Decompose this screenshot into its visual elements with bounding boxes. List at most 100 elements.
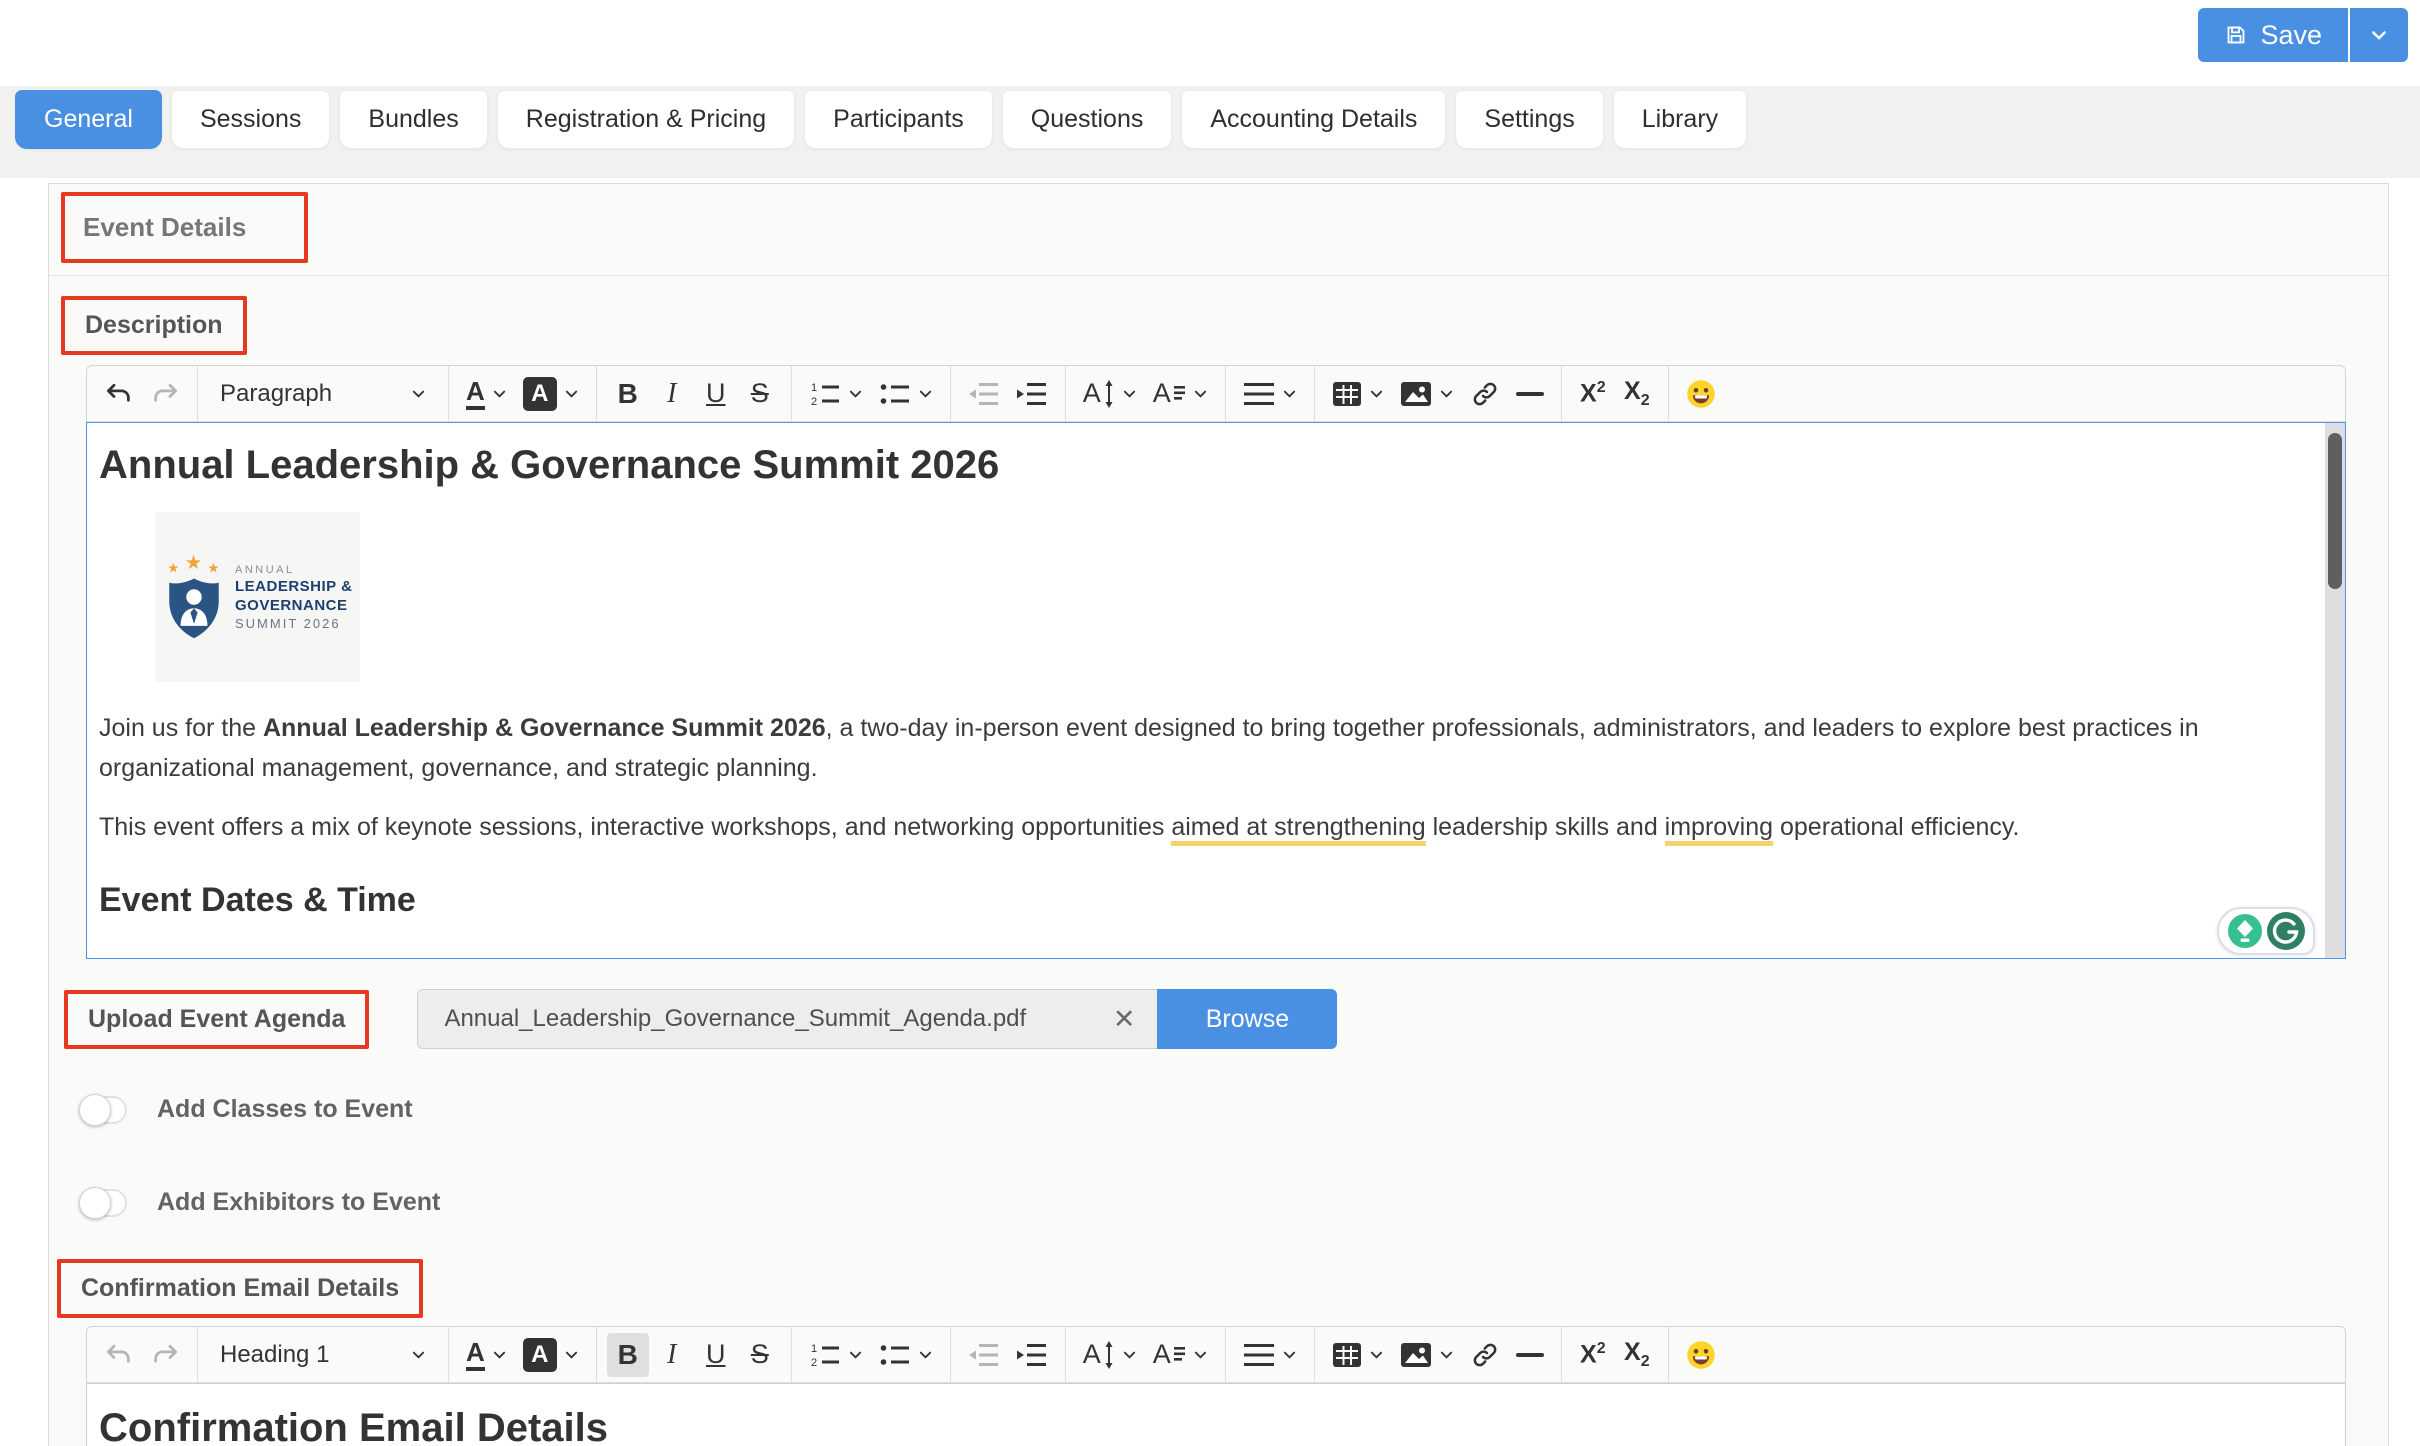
font-color-button[interactable]: A [459,372,514,416]
horizontal-line-button[interactable] [1509,372,1551,416]
table-icon [1332,380,1362,408]
subscript-button[interactable]: X2 [1616,1333,1658,1377]
paragraph-style-value: Heading 1 [220,1341,329,1369]
tab-library[interactable]: Library [1613,90,1747,149]
underline-button[interactable]: U [695,372,737,416]
svg-text:★: ★ [207,560,219,575]
align-icon [1243,1342,1275,1368]
undo-button[interactable] [97,1333,141,1377]
horizontal-line-icon [1516,392,1544,396]
save-dropdown-button[interactable] [2348,8,2408,62]
toggle-knob [79,1187,111,1219]
italic-button[interactable]: I [651,372,693,416]
insert-table-button[interactable] [1325,1333,1391,1377]
tab-registration-pricing[interactable]: Registration & Pricing [497,90,795,149]
indent-button[interactable] [1009,372,1055,416]
toolbar-separator [1561,1326,1562,1383]
insert-table-button[interactable] [1325,372,1391,416]
add-classes-toggle[interactable] [79,1096,127,1124]
description-editor-content[interactable]: Annual Leadership & Governance Summit 20… [86,422,2346,959]
outdent-button[interactable] [961,372,1007,416]
undo-button[interactable] [97,372,141,416]
subscript-button[interactable]: X2 [1616,372,1658,416]
annotation-box-event-details: Event Details [61,192,308,263]
bold-button[interactable]: B [607,1333,649,1377]
tab-questions[interactable]: Questions [1002,90,1173,149]
content-card: Event Details Description ParagraphAABIU… [48,183,2389,1446]
emoji-button[interactable] [1679,372,1723,416]
bold-button[interactable]: B [607,372,649,416]
undo-icon [104,379,134,409]
numbered-list-button[interactable]: 12 [802,1333,870,1377]
emoji-button[interactable] [1679,1333,1723,1377]
font-family-button[interactable]: A [1146,1333,1215,1377]
clear-file-button[interactable]: ✕ [1109,1004,1140,1035]
link-button[interactable] [1463,1333,1507,1377]
editor-scrollbar-thumb[interactable] [2328,433,2342,589]
confirmation-email-editor: Heading 1AABIUS12AAX2X2 Confirmation Ema… [86,1326,2346,1446]
chevron-down-icon [1369,386,1384,401]
font-color-button[interactable]: A [459,1333,514,1377]
event-title-heading: Annual Leadership & Governance Summit 20… [99,443,2275,488]
link-button[interactable] [1463,372,1507,416]
tab-bar: GeneralSessionsBundlesRegistration & Pri… [0,86,2420,178]
italic-button[interactable]: I [651,1333,693,1377]
tab-participants[interactable]: Participants [804,90,993,149]
font-background-icon: A [523,1338,557,1372]
confirmation-email-heading: Confirmation Email Details [99,1406,2275,1446]
agenda-file-input[interactable]: Annual_Leadership_Governance_Summit_Agen… [417,989,1157,1049]
horizontal-line-button[interactable] [1509,1333,1551,1377]
annotation-box-confirmation-email: Confirmation Email Details [57,1259,423,1318]
bulleted-list-button[interactable] [872,372,940,416]
redo-button[interactable] [143,372,187,416]
font-family-button[interactable]: A [1146,372,1215,416]
toolbar-separator [448,1326,449,1383]
insert-image-button[interactable] [1393,1333,1461,1377]
strikethrough-button[interactable]: S [739,372,781,416]
font-color-icon: A [466,1339,485,1371]
paragraph-style-dropdown[interactable]: Paragraph [208,372,438,416]
font-background-color-button[interactable]: A [516,1333,586,1377]
paragraph-style-dropdown[interactable]: Heading 1 [208,1333,438,1377]
description-editor: ParagraphAABIUS12AAX2X2 Annual Leadershi… [86,365,2346,959]
numbered-list-button[interactable]: 12 [802,372,870,416]
strikethrough-button[interactable]: S [739,1333,781,1377]
logo-line-leadership: LEADERSHIP & [235,578,352,595]
svg-text:1: 1 [811,382,817,394]
text-alignment-button[interactable] [1236,1333,1304,1377]
tab-bundles[interactable]: Bundles [339,90,487,149]
font-background-color-button[interactable]: A [516,372,586,416]
add-exhibitors-toggle[interactable] [79,1189,127,1217]
indent-icon [1016,380,1048,408]
tab-accounting-details[interactable]: Accounting Details [1181,90,1446,149]
insert-image-button[interactable] [1393,372,1461,416]
editor-scrollbar[interactable] [2325,423,2345,958]
tab-sessions[interactable]: Sessions [171,90,330,149]
event-logo[interactable]: ★ ★ ★ ANNUAL LEADERSHIP & GOVERNANCE [155,512,360,682]
superscript-button[interactable]: X2 [1572,1333,1614,1377]
tab-settings[interactable]: Settings [1455,90,1603,149]
grammarly-widget[interactable] [2217,907,2315,955]
indent-icon [1016,1341,1048,1369]
underline-button[interactable]: U [695,1333,737,1377]
font-size-button[interactable]: A [1076,372,1144,416]
chevron-down-icon [1439,386,1454,401]
chevron-down-icon [411,386,426,401]
chevron-down-icon [1369,1347,1384,1362]
save-button[interactable]: Save [2198,8,2348,62]
text-alignment-button[interactable] [1236,372,1304,416]
bulleted-list-button[interactable] [872,1333,940,1377]
outdent-button[interactable] [961,1333,1007,1377]
browse-button[interactable]: Browse [1157,989,1337,1049]
numbered-list-icon: 12 [809,380,841,408]
save-split-button: Save [2198,8,2408,62]
redo-button[interactable] [143,1333,187,1377]
redo-icon [150,379,180,409]
superscript-button[interactable]: X2 [1572,372,1614,416]
tab-general[interactable]: General [15,90,162,149]
font-size-button[interactable]: A [1076,1333,1144,1377]
confirmation-email-editor-content[interactable]: Confirmation Email Details [86,1383,2346,1446]
indent-button[interactable] [1009,1333,1055,1377]
chevron-down-icon [1122,1347,1137,1362]
confirmation-email-editor-toolbar: Heading 1AABIUS12AAX2X2 [86,1326,2346,1383]
